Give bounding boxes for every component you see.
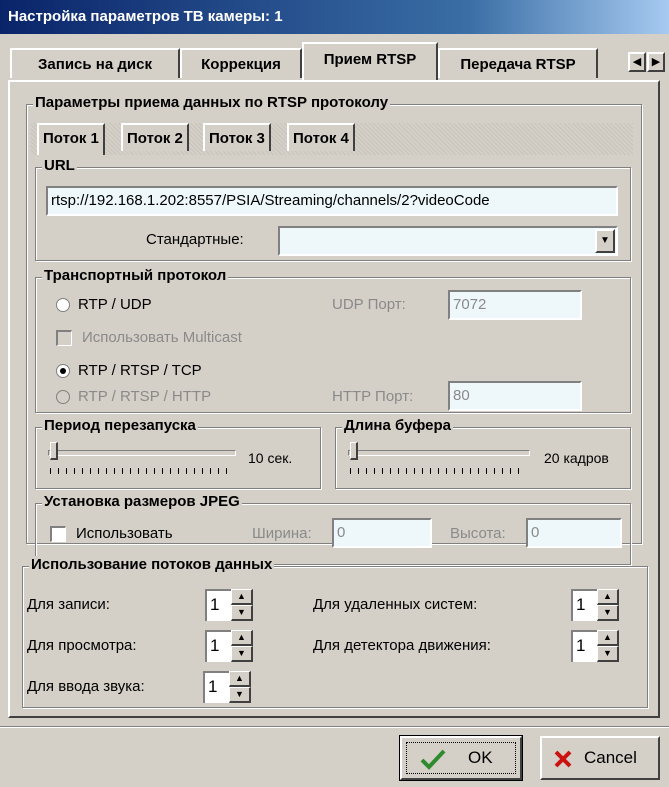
buffer-slider-ticks xyxy=(350,468,526,474)
spin-up-icon[interactable]: ▲ xyxy=(231,630,253,646)
multicast-checkbox[interactable] xyxy=(56,330,72,346)
view-stream-value[interactable]: 1 xyxy=(205,630,231,662)
audio-stream-value[interactable]: 1 xyxy=(203,671,229,703)
jpeg-width-input[interactable]: 0 xyxy=(332,518,432,548)
radio-rtp-rtsp-http[interactable] xyxy=(56,390,70,404)
tab-rtsp-transmit[interactable]: Передача RTSP xyxy=(438,48,598,78)
udp-port-label: UDP Порт: xyxy=(332,296,406,313)
tab-stream-4[interactable]: Поток 4 xyxy=(287,123,355,151)
spin-up-icon[interactable]: ▲ xyxy=(597,630,619,646)
view-label: Для просмотра: xyxy=(27,637,137,654)
tab-stream-1[interactable]: Поток 1 xyxy=(37,123,105,155)
window-title: Настройка параметров ТВ камеры: 1 xyxy=(0,0,669,34)
transport-title: Транспортный протокол xyxy=(42,267,229,285)
cancel-label: Cancel xyxy=(584,748,637,767)
radio-rtp-rtsp-tcp[interactable] xyxy=(56,364,70,378)
transport-group: Транспортный протокол RTP / UDP UDP Порт… xyxy=(35,267,631,413)
jpeg-use-label: Использовать xyxy=(76,525,173,542)
tab-stream-3[interactable]: Поток 3 xyxy=(203,123,271,151)
remote-stream-value[interactable]: 1 xyxy=(571,589,597,621)
jpeg-height-input[interactable]: 0 xyxy=(526,518,622,548)
spin-up-icon[interactable]: ▲ xyxy=(231,589,253,605)
udp-port-input[interactable]: 7072 xyxy=(448,290,582,320)
tab-page: Параметры приема данных по RTSP протокол… xyxy=(8,80,660,718)
stream-tab-strip: Поток 1 Поток 2 Поток 3 Поток 4 xyxy=(31,123,633,155)
cancel-button[interactable]: Cancel xyxy=(540,736,660,780)
tab-rtsp-receive[interactable]: Прием RTSP xyxy=(302,42,438,80)
restart-value: 10 сек. xyxy=(248,450,293,466)
record-stream-spinner[interactable]: 1 ▲ ▼ xyxy=(205,589,255,621)
ok-button[interactable]: OK xyxy=(399,735,523,781)
audio-label: Для ввода звука: xyxy=(27,678,145,695)
spin-down-icon[interactable]: ▼ xyxy=(597,605,619,621)
motion-stream-value[interactable]: 1 xyxy=(571,630,597,662)
buffer-slider-track[interactable] xyxy=(348,450,530,456)
url-group: URL rtsp://192.168.1.202:8557/PSIA/Strea… xyxy=(35,157,631,261)
arrow-left-icon: ◀ xyxy=(632,56,642,68)
jpeg-size-title: Установка размеров JPEG xyxy=(42,493,242,511)
rtp-rtsp-http-label: RTP / RTSP / HTTP xyxy=(78,388,212,405)
remote-stream-spinner[interactable]: 1 ▲ ▼ xyxy=(571,589,621,621)
remote-label: Для удаленных систем: xyxy=(313,596,478,613)
chevron-down-icon[interactable]: ▼ xyxy=(595,229,615,253)
audio-stream-spinner[interactable]: 1 ▲ ▼ xyxy=(203,671,253,703)
rtsp-params-title: Параметры приема данных по RTSP протокол… xyxy=(33,94,391,112)
spin-down-icon[interactable]: ▼ xyxy=(231,646,253,662)
record-stream-value[interactable]: 1 xyxy=(205,589,231,621)
radio-rtp-udp[interactable] xyxy=(56,298,70,312)
standard-select[interactable]: ▼ xyxy=(278,226,618,256)
restart-slider-thumb[interactable] xyxy=(50,442,58,460)
spin-down-icon[interactable]: ▼ xyxy=(231,605,253,621)
motion-stream-spinner[interactable]: 1 ▲ ▼ xyxy=(571,630,621,662)
record-label: Для записи: xyxy=(27,596,110,613)
motion-label: Для детектора движения: xyxy=(313,637,491,654)
streams-usage-group: Использование потоков данных Для записи:… xyxy=(22,556,648,708)
rtsp-params-group: Параметры приема данных по RTSP протокол… xyxy=(26,94,642,565)
settings-window: Настройка параметров ТВ камеры: 1 Запись… xyxy=(0,0,669,787)
spin-down-icon[interactable]: ▼ xyxy=(597,646,619,662)
tab-scroll-right-button[interactable]: ▶ xyxy=(647,52,665,72)
url-input[interactable]: rtsp://192.168.1.202:8557/PSIA/Streaming… xyxy=(46,186,618,216)
buffer-length-group: Длина буфера 20 кадров xyxy=(335,417,631,489)
buffer-slider-thumb[interactable] xyxy=(350,442,358,460)
rtp-rtsp-tcp-label: RTP / RTSP / TCP xyxy=(78,362,202,379)
tab-scroll-left-button[interactable]: ◀ xyxy=(628,52,646,72)
http-port-label: HTTP Порт: xyxy=(332,388,414,405)
separator xyxy=(0,726,669,728)
tab-correction[interactable]: Коррекция xyxy=(180,48,302,78)
restart-period-group: Период перезапуска 10 сек. xyxy=(35,417,321,489)
restart-period-title: Период перезапуска xyxy=(42,417,198,435)
jpeg-height-label: Высота: xyxy=(450,525,506,542)
jpeg-use-checkbox[interactable] xyxy=(50,526,66,542)
ok-label: OK xyxy=(468,748,493,767)
rtp-udp-label: RTP / UDP xyxy=(78,296,152,313)
buffer-value: 20 кадров xyxy=(544,450,609,466)
multicast-label: Использовать Multicast xyxy=(82,329,242,346)
streams-usage-title: Использование потоков данных xyxy=(29,556,275,574)
spin-up-icon[interactable]: ▲ xyxy=(229,671,251,687)
view-stream-spinner[interactable]: 1 ▲ ▼ xyxy=(205,630,255,662)
url-title: URL xyxy=(42,157,77,175)
tab-record[interactable]: Запись на диск xyxy=(10,48,180,78)
http-port-input[interactable]: 80 xyxy=(448,381,582,411)
buffer-length-title: Длина буфера xyxy=(342,417,453,435)
tab-strip: Запись на диск Коррекция Прием RTSP Пере… xyxy=(0,38,669,82)
checkmark-icon xyxy=(420,749,446,770)
standard-label: Стандартные: xyxy=(146,231,244,248)
arrow-right-icon: ▶ xyxy=(651,56,661,68)
close-icon xyxy=(554,750,572,768)
tab-stream-2[interactable]: Поток 2 xyxy=(121,123,189,151)
restart-slider-ticks xyxy=(50,468,230,474)
restart-slider-track[interactable] xyxy=(48,450,236,456)
spin-up-icon[interactable]: ▲ xyxy=(597,589,619,605)
spin-down-icon[interactable]: ▼ xyxy=(229,687,251,703)
jpeg-width-label: Ширина: xyxy=(252,525,312,542)
